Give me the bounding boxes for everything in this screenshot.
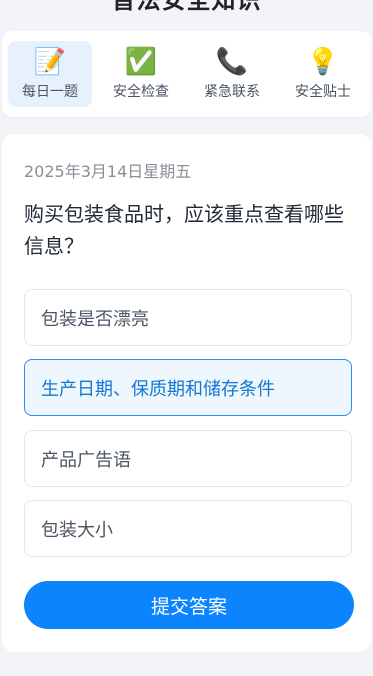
answer-option-label: 产品广告语 (41, 449, 131, 471)
nav-item-label: 每日一题 (22, 84, 78, 100)
feature-nav: 📝 每日一题 ✅ 安全检查 📞 紧急联系 💡 安全贴士 (2, 31, 371, 117)
check-mark-icon: ✅ (124, 47, 158, 77)
light-bulb-icon: 💡 (306, 47, 340, 77)
answer-option[interactable]: 包装是否漂亮 (24, 289, 352, 346)
nav-item-daily-question[interactable]: 📝 每日一题 (8, 41, 92, 107)
nav-item-label: 紧急联系 (204, 84, 260, 100)
submit-answer-button[interactable]: 提交答案 (24, 581, 354, 629)
question-card: 2025年3月14日星期五 购买包装食品时，应该重点查看哪些信息？ 包装是否漂亮… (2, 134, 371, 652)
question-date: 2025年3月14日星期五 (24, 162, 192, 181)
question-text: 购买包装食品时，应该重点查看哪些信息？ (24, 202, 344, 258)
nav-item-label: 安全检查 (113, 84, 169, 100)
answer-option-selected[interactable]: 生产日期、保质期和储存条件 (24, 359, 352, 416)
answer-option[interactable]: 产品广告语 (24, 430, 352, 487)
answer-option-label: 包装大小 (41, 519, 113, 541)
answer-option-label: 包装是否漂亮 (41, 308, 149, 330)
answer-option[interactable]: 包装大小 (24, 500, 352, 557)
page-title: 普法安全知识 (111, 0, 262, 14)
nav-item-safety-check[interactable]: ✅ 安全检查 (99, 41, 183, 107)
memo-icon: 📝 (33, 47, 67, 77)
telephone-icon: 📞 (215, 47, 249, 77)
answer-option-label: 生产日期、保质期和储存条件 (41, 378, 275, 400)
nav-item-label: 安全贴士 (295, 84, 351, 100)
nav-item-emergency-contact[interactable]: 📞 紧急联系 (190, 41, 274, 107)
nav-item-safety-tips[interactable]: 💡 安全贴士 (281, 41, 365, 107)
